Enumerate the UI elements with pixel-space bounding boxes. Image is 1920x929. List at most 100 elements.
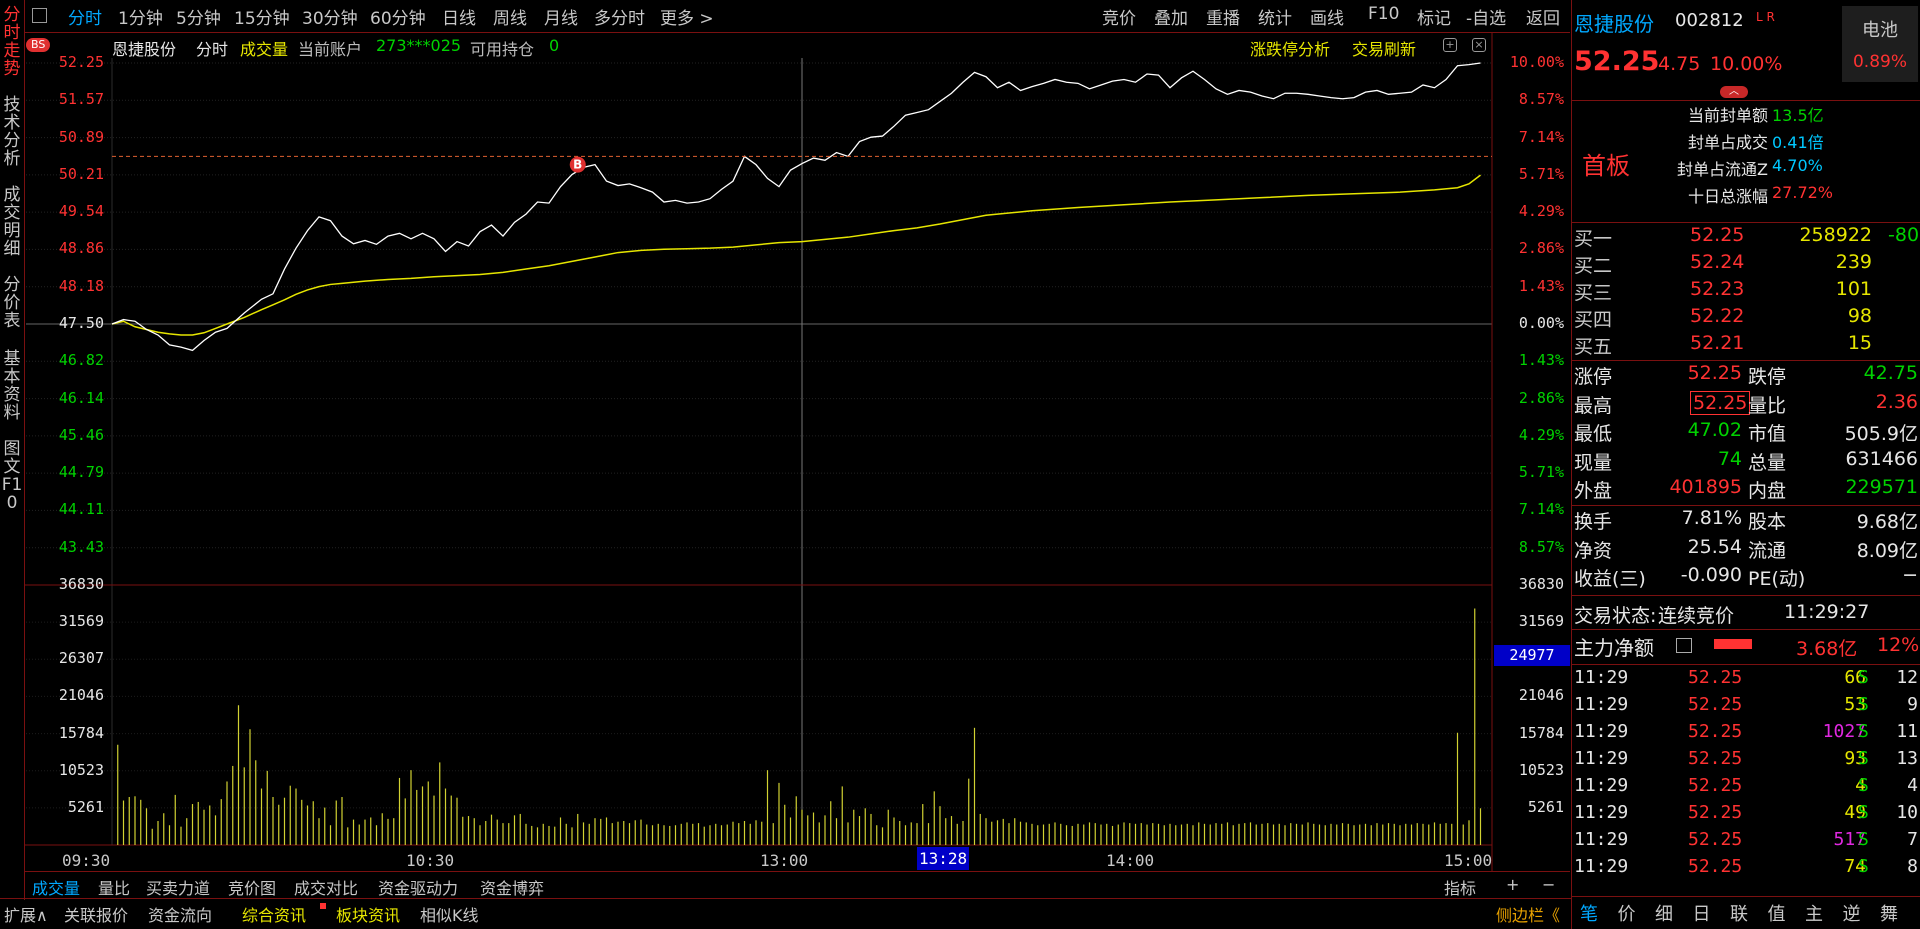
tick-price: 52.25 [1688, 667, 1743, 688]
tick-side: S [1858, 829, 1869, 850]
seal-stat-value: 13.5亿 [1772, 106, 1824, 125]
tick-volume: 66 [1844, 667, 1866, 688]
average-price-line [111, 174, 1481, 336]
quote-tab[interactable]: 逆 [1843, 900, 1861, 926]
volume-tick: 36830 [58, 575, 104, 593]
stat-row: 外盘 401895 内盘 229571 [1572, 476, 1920, 503]
volume-tick-right: 10523 [1518, 760, 1564, 779]
tick-side: S [1858, 694, 1869, 715]
tick-price: 52.25 [1688, 694, 1743, 715]
divider [0, 898, 1571, 899]
stat-label: 市值 [1748, 423, 1787, 445]
tab-volume[interactable]: 成交量 [32, 875, 80, 899]
sector-box[interactable]: 电池 0.89% [1842, 6, 1918, 82]
tab-volume-ratio[interactable]: 量比 [98, 875, 130, 899]
trade-status: 连续竞价 [1658, 605, 1735, 627]
tick-time: 11:29 [1574, 829, 1629, 850]
stat-label: 最低 [1574, 423, 1613, 445]
quote-price: 52.25 [1574, 46, 1660, 77]
tick-count: 10 [1896, 802, 1918, 823]
quote-tab[interactable]: 笔 [1580, 900, 1598, 926]
price-tick: 50.89 [58, 127, 104, 146]
sector-pct: 0.89% [1852, 52, 1907, 72]
tick-time: 11:29 [1574, 802, 1629, 823]
stat-value: 7.81% [1681, 507, 1742, 529]
tick-volume: 49 [1844, 802, 1866, 823]
tab-auction-chart[interactable]: 竞价图 [228, 875, 276, 899]
divider [1572, 595, 1920, 596]
tab-capital-drive[interactable]: 资金驱动力 [378, 875, 458, 899]
indicator-button[interactable]: 指标 [1444, 875, 1476, 899]
price-tick: 48.18 [58, 276, 104, 295]
divider [1572, 664, 1920, 665]
quote-tab[interactable]: 日 [1693, 900, 1711, 926]
intraday-chart[interactable]: B [0, 0, 1571, 890]
capital-flow-tab[interactable]: 资金流向 [148, 902, 212, 926]
bid-row[interactable]: 买四 52.22 98 [1572, 305, 1920, 332]
stat-label: 量比 [1748, 394, 1787, 417]
bid-volume: 101 [1835, 278, 1872, 300]
quote-tab[interactable]: 细 [1655, 900, 1673, 926]
expand-button[interactable]: 扩展∧ [4, 902, 48, 926]
bid-row[interactable]: 买五 52.21 15 [1572, 332, 1920, 359]
stat-label: 内盘 [1748, 480, 1787, 502]
tick-volume: 74 [1844, 856, 1866, 877]
price-tick: 52.25 [58, 53, 104, 71]
price-tick: 43.43 [58, 537, 104, 556]
sidebar-toggle[interactable]: 侧边栏《 [1496, 902, 1560, 926]
stat-value: 52.25 [1687, 362, 1742, 384]
seal-stat-value: 0.41倍 [1772, 133, 1824, 152]
tab-buy-sell-force[interactable]: 买卖力道 [146, 875, 210, 899]
tick-count: 11 [1896, 721, 1918, 742]
pct-tick: 1.43% [1518, 276, 1564, 295]
volume-tick: 31569 [58, 612, 104, 631]
similar-kline-tab[interactable]: 相似K线 [420, 902, 479, 926]
pct-tick: 7.14% [1518, 500, 1564, 519]
bid-row[interactable]: 买一 52.25 258922 -80 [1572, 224, 1920, 251]
zoom-out-button[interactable]: − [1542, 875, 1555, 894]
news-tab[interactable]: 综合资讯 [242, 902, 306, 926]
tab-trade-compare[interactable]: 成交对比 [294, 875, 358, 899]
volume-tick-right: 21046 [1518, 686, 1564, 705]
tick-count: 8 [1907, 856, 1918, 877]
quote-tab[interactable]: 价 [1618, 900, 1636, 926]
sector-news-tab[interactable]: 板块资讯 [336, 902, 400, 926]
quote-tab[interactable]: 主 [1805, 900, 1823, 926]
quote-panel: 恩捷股份 002812 L R 52.25 4.75 10.00% 电池 0.8… [1571, 0, 1920, 929]
bid-volume: 15 [1847, 332, 1872, 354]
buy-marker-label: B [573, 158, 582, 172]
related-quotes-tab[interactable]: 关联报价 [64, 902, 128, 926]
tab-capital-game[interactable]: 资金博弈 [480, 875, 544, 899]
seal-stat-label: 封单占成交 [1687, 133, 1768, 152]
time-tick-1500: 15:00 [1444, 851, 1493, 870]
stat-row: 净资 25.54 流通 8.09亿 [1572, 536, 1920, 563]
tick-volume: 1027 [1822, 721, 1866, 742]
quote-tab[interactable]: 联 [1730, 900, 1748, 926]
volume-tick: 21046 [58, 686, 104, 705]
quote-tab[interactable]: 舞 [1880, 900, 1898, 926]
bid-row[interactable]: 买三 52.23 101 [1572, 278, 1920, 305]
tick-price: 52.25 [1688, 721, 1743, 742]
flow-detail-icon[interactable] [1676, 638, 1692, 653]
price-tick: 44.11 [58, 500, 104, 519]
stat-value: 25.54 [1687, 535, 1742, 558]
chart-grid [24, 33, 1493, 871]
volume-tick-right: 5261 [1527, 797, 1564, 816]
tick-side: S [1858, 802, 1869, 823]
stat-label: 换手 [1574, 511, 1613, 533]
price-tick: 48.86 [58, 239, 104, 258]
bid-row[interactable]: 买二 52.24 239 [1572, 251, 1920, 278]
stat-row: 最高 52.25 量比 2.36 [1572, 390, 1920, 418]
stat-value: 505.9亿 [1844, 423, 1918, 445]
collapse-up-icon[interactable]: ︿ [1720, 86, 1748, 98]
seal-stat-label: 当前封单额 [1687, 106, 1768, 125]
tick-volume: 93 [1844, 748, 1866, 769]
time-tick-1400: 14:00 [1106, 851, 1155, 870]
tick-row: 11:29 52.25 53 S 9 [1572, 694, 1920, 721]
volume-tick: 10523 [58, 760, 104, 779]
tick-row: 11:29 52.25 517 S 7 [1572, 829, 1920, 856]
pct-tick: 2.86% [1518, 388, 1564, 407]
divider [24, 871, 1570, 872]
zoom-in-button[interactable]: + [1506, 875, 1519, 894]
quote-tab[interactable]: 值 [1768, 900, 1786, 926]
